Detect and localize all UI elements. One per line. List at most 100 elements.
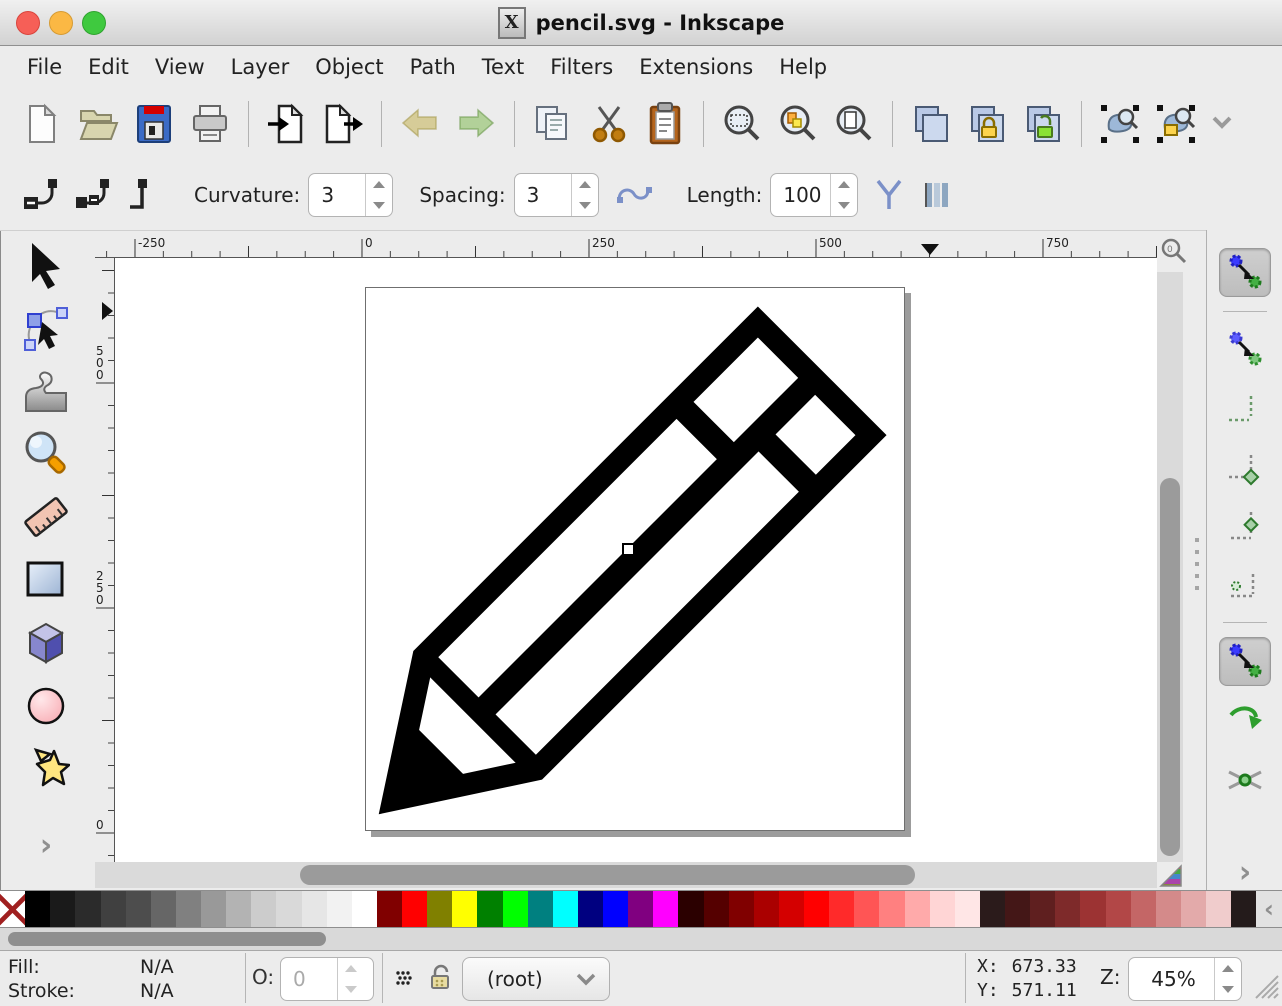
snap-nodes-icon[interactable]: [1219, 637, 1271, 686]
snap-enable-icon[interactable]: [1219, 248, 1271, 297]
swatch-2b1b1b[interactable]: [980, 891, 1005, 927]
rectangle-tool-icon[interactable]: [21, 555, 71, 605]
swatch-808000[interactable]: [427, 891, 452, 927]
segment-line-icon[interactable]: [22, 175, 62, 215]
swatch-ffd5d5[interactable]: [930, 891, 955, 927]
document-page[interactable]: [365, 287, 905, 831]
duplicate-icon[interactable]: [908, 101, 954, 147]
swatch-2b0000[interactable]: [678, 891, 703, 927]
swatch-b3b3b3[interactable]: [226, 891, 251, 927]
menu-item-text[interactable]: Text: [469, 51, 537, 83]
import-icon[interactable]: [264, 101, 310, 147]
color-managed-display-icon[interactable]: [1159, 864, 1185, 892]
menu-item-layer[interactable]: Layer: [218, 51, 303, 83]
node-editor-tool-icon[interactable]: [21, 303, 71, 353]
swatch-5f1f1f[interactable]: [1030, 891, 1055, 927]
spacing-spinbox[interactable]: 3: [514, 173, 599, 217]
swatch-ff0000[interactable]: [402, 891, 427, 927]
copy-icon[interactable]: [530, 101, 576, 147]
swatch-ffaaaa[interactable]: [905, 891, 930, 927]
vertical-scrollbar-thumb[interactable]: [1160, 478, 1180, 856]
vertical-ruler[interactable]: 5002500: [93, 258, 115, 862]
ellipse-tool-icon[interactable]: [21, 681, 71, 731]
save-document-icon[interactable]: [131, 101, 177, 147]
pencil-drawing[interactable]: [366, 288, 904, 830]
swatch-none[interactable]: [0, 891, 25, 927]
zoom-spinbox[interactable]: 45%: [1128, 957, 1242, 1001]
swatch-00ffff[interactable]: [553, 891, 578, 927]
title-bar[interactable]: X pencil.svg - Inkscape: [0, 0, 1282, 46]
swatch-800000[interactable]: [377, 891, 402, 927]
measure-tool-icon[interactable]: [21, 492, 71, 542]
layer-visibility-icon[interactable]: [392, 965, 418, 995]
swatch-ffe6e6[interactable]: [955, 891, 980, 927]
swatch-000000[interactable]: [25, 891, 50, 927]
segment-curve-icon[interactable]: [74, 175, 114, 215]
opacity-value[interactable]: 0: [281, 967, 337, 991]
zoom-value[interactable]: 45%: [1129, 967, 1214, 991]
horizontal-scrollbar[interactable]: [95, 862, 1157, 888]
selected-node-handle[interactable]: [622, 543, 635, 556]
menu-item-help[interactable]: Help: [766, 51, 840, 83]
segment-corner-icon[interactable]: [126, 175, 162, 215]
swatch-999999[interactable]: [201, 891, 226, 927]
zoom-tool-icon[interactable]: [21, 429, 71, 479]
snap-bbox-corners-icon[interactable]: [1220, 443, 1270, 490]
swatch-808080[interactable]: [176, 891, 201, 927]
swatch-ff0000[interactable]: [804, 891, 829, 927]
menu-item-file[interactable]: File: [14, 51, 75, 83]
swatch-aa0000[interactable]: [754, 891, 779, 927]
snap-bbox-centers-icon[interactable]: [1220, 561, 1270, 608]
snapbar-expander-chevron[interactable]: ›: [1220, 849, 1270, 896]
swatch-f0cccc[interactable]: [1206, 891, 1231, 927]
swatch-241b1b[interactable]: [1231, 891, 1256, 927]
toolbox-expander-chevron[interactable]: ›: [21, 821, 71, 871]
cut-icon[interactable]: [586, 101, 632, 147]
swatch-b24747[interactable]: [1106, 891, 1131, 927]
export-icon[interactable]: [320, 101, 366, 147]
palette-scroll-left-button[interactable]: ‹: [1256, 891, 1282, 927]
swatch-d9d9d9[interactable]: [276, 891, 301, 927]
swatch-ff8080[interactable]: [879, 891, 904, 927]
zoom-spinner[interactable]: [1214, 958, 1241, 1000]
swatch-7e2a2a[interactable]: [1055, 891, 1080, 927]
swatch-ff2a2a[interactable]: [829, 891, 854, 927]
swatch-800000[interactable]: [729, 891, 754, 927]
spacing-value[interactable]: 3: [515, 183, 571, 207]
pane-splitter-handle[interactable]: [1195, 538, 1199, 590]
create-clone-icon[interactable]: [964, 101, 1010, 147]
snap-bbox-edges-icon[interactable]: [1220, 385, 1270, 432]
zoom-drawing-icon[interactable]: [775, 101, 821, 147]
swatch-0000ff[interactable]: [603, 891, 628, 927]
swatch-f2f2f2[interactable]: [327, 891, 352, 927]
swatch-2b2b2b[interactable]: [75, 891, 100, 927]
swatch-ff5555[interactable]: [854, 891, 879, 927]
menu-item-filters[interactable]: Filters: [537, 51, 626, 83]
new-document-icon[interactable]: [19, 101, 65, 147]
swatch-e3aaaa[interactable]: [1181, 891, 1206, 927]
ruler-corner-zoom-icon[interactable]: 0: [1159, 237, 1189, 269]
curvature-spinbox[interactable]: 3: [308, 173, 393, 217]
tweak-tool-icon[interactable]: [21, 366, 71, 416]
opacity-spinbox[interactable]: 0: [280, 957, 374, 1001]
zoom-page-icon[interactable]: [831, 101, 877, 147]
print-icon[interactable]: [187, 101, 233, 147]
swatch-9c3333[interactable]: [1080, 891, 1105, 927]
horizontal-ruler[interactable]: -2500250500750: [95, 236, 1157, 258]
zoom-selection-icon[interactable]: [719, 101, 765, 147]
length-value[interactable]: 100: [771, 183, 829, 207]
lpe-branch-icon[interactable]: [872, 177, 906, 213]
undo-icon[interactable]: [397, 101, 443, 147]
length-spinbox[interactable]: 100: [770, 173, 857, 217]
swatch-800080[interactable]: [628, 891, 653, 927]
swatch-441717[interactable]: [1005, 891, 1030, 927]
swatch-4d4d4d[interactable]: [126, 891, 151, 927]
swatch-ffffff[interactable]: [352, 891, 377, 927]
menu-item-path[interactable]: Path: [397, 51, 469, 83]
snap-path-intersections-icon[interactable]: [1220, 756, 1270, 803]
swatch-d48a8a[interactable]: [1156, 891, 1181, 927]
spacing-spinner[interactable]: [571, 174, 598, 216]
box-3d-tool-icon[interactable]: [21, 618, 71, 668]
open-document-icon[interactable]: [75, 101, 121, 147]
snap-bounding-box-icon[interactable]: [1220, 326, 1270, 373]
